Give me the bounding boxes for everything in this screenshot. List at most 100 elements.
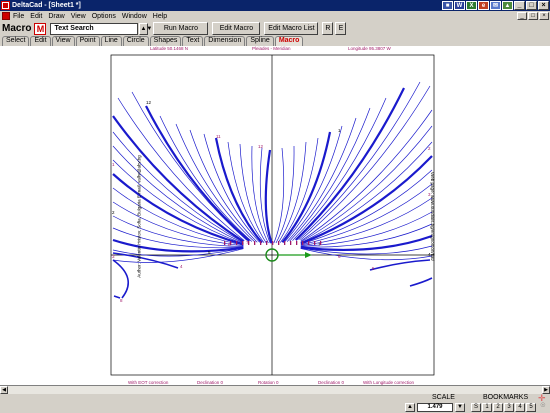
hour-lines-group	[112, 81, 433, 299]
tab-dimension[interactable]: Dimension	[204, 36, 246, 46]
tab-text[interactable]: Text	[182, 36, 204, 46]
hour-tick	[290, 241, 292, 245]
gnomon-arrow-head	[305, 252, 312, 258]
hour-tick	[320, 241, 322, 245]
hour-tick	[308, 241, 310, 245]
hour-tick	[278, 241, 280, 245]
hour-label: 8	[120, 298, 123, 303]
hour-tick	[254, 241, 256, 245]
command-tabs: Select Edit View Point Line Circle Shape…	[2, 36, 304, 46]
maximize-button[interactable]: □	[526, 1, 537, 10]
bookmarks-label: BOOKMARKS	[483, 394, 529, 401]
tab-line[interactable]: Line	[100, 36, 122, 46]
hour-line	[264, 149, 273, 244]
webpage-label: Web page: www.sundials.bg/en/gnomon/flat…	[429, 172, 435, 261]
close-button[interactable]: ×	[538, 1, 549, 10]
drawing-canvas[interactable]: 12 11 12 1 1 2 2 3 3 4 4 5 5 6 6 7 7 8 Latitude 50.1468 N…	[0, 46, 550, 385]
scale-up-button[interactable]: ▲	[405, 403, 415, 412]
hour-tick	[272, 241, 274, 245]
hour-tick	[248, 241, 250, 245]
macro-m-button[interactable]: M	[34, 22, 47, 35]
sundial-drawing: 121112112233 44 5566 778	[110, 54, 435, 376]
hour-line	[300, 85, 431, 241]
bookmark-4-button[interactable]: 4	[515, 403, 525, 412]
mail-icon[interactable]: ✉	[490, 1, 501, 10]
app-icon	[1, 1, 10, 10]
horizontal-scrollbar[interactable]: ◀ ▶	[0, 385, 550, 394]
e-button[interactable]: E	[335, 22, 347, 35]
hour-label: 2	[112, 210, 115, 215]
hour-label: 1	[112, 162, 115, 167]
excel-icon[interactable]: X	[466, 1, 477, 10]
browser-icon[interactable]: e	[478, 1, 489, 10]
bookmark-5-button[interactable]: 5	[526, 403, 536, 412]
scroll-left-button[interactable]: ◀	[0, 386, 8, 394]
tab-point[interactable]: Point	[75, 36, 100, 46]
hour-label: 12	[146, 100, 152, 105]
document-icon[interactable]	[2, 12, 10, 20]
hour-line	[409, 277, 433, 287]
hour-label: 12	[258, 144, 264, 149]
hour-tick	[296, 241, 298, 245]
menu-help[interactable]: Help	[153, 13, 167, 20]
bookmark-2-button[interactable]: 2	[493, 403, 503, 412]
tab-edit[interactable]: Edit	[30, 36, 51, 46]
hour-label: 11	[216, 134, 221, 139]
minimize-button[interactable]: _	[514, 1, 525, 10]
menu-options[interactable]: Options	[92, 13, 116, 20]
hour-line	[159, 115, 253, 242]
menu-edit[interactable]: Edit	[30, 13, 42, 20]
tab-circle[interactable]: Circle	[122, 36, 149, 46]
hour-tick	[236, 241, 238, 245]
folder-icon[interactable]: ▲	[502, 1, 513, 10]
bookmark-1-button[interactable]: 1	[482, 403, 492, 412]
run-macro-button[interactable]: Run Macro	[153, 22, 209, 35]
hour-tick	[302, 241, 304, 245]
r-button[interactable]: R	[322, 22, 334, 35]
scale-down-button[interactable]: ▼	[455, 403, 465, 412]
scale-label: SCALE	[432, 394, 455, 401]
hour-line	[189, 129, 258, 243]
tab-view[interactable]: View	[51, 36, 75, 46]
macro-list-stepper[interactable]: ▲▼	[139, 22, 152, 35]
macro-search-field[interactable]: Text Search	[50, 22, 139, 35]
menu-view[interactable]: View	[71, 13, 86, 20]
hour-line	[300, 169, 433, 245]
edit-macro-list-button[interactable]: Edit Macro List	[264, 22, 319, 35]
hour-tick	[224, 241, 226, 245]
doc-close-button[interactable]: ×	[539, 12, 549, 20]
window-title: DeltaCad - [Sheet1 *]	[12, 2, 81, 9]
menu-window[interactable]: Window	[122, 13, 147, 20]
hour-tick	[230, 241, 232, 245]
bookmark-3-button[interactable]: 3	[504, 403, 514, 412]
hour-label: 2	[428, 146, 431, 151]
tab-spline[interactable]: Spline	[246, 36, 274, 46]
hour-tick	[284, 241, 286, 245]
menu-file[interactable]: File	[13, 13, 24, 20]
bookmark-settings-icon[interactable]: ☉	[538, 403, 548, 412]
hour-line	[292, 97, 387, 241]
hour-line	[300, 141, 433, 244]
scale-value-field[interactable]: 1.479	[417, 403, 453, 412]
author-label: Author: Valentin Hristov, Sofia, Bulgari…	[136, 155, 142, 278]
doc-restore-button[interactable]: □	[528, 12, 538, 20]
doc-minimize-button[interactable]: _	[517, 12, 527, 20]
tab-shapes[interactable]: Shapes	[149, 36, 182, 46]
hour-line	[298, 81, 421, 241]
hour-line	[112, 173, 244, 246]
hour-tick	[314, 241, 316, 245]
hour-label: 4	[180, 264, 183, 269]
hour-tick	[260, 241, 262, 245]
status-bar: SCALE ▲ 1.479 ▼ BOOKMARKS S 1 2 3 4 5 ☉ …	[0, 393, 550, 413]
hour-line	[294, 87, 405, 241]
menu-draw[interactable]: Draw	[48, 13, 64, 20]
tab-select[interactable]: Select	[2, 36, 30, 46]
word-icon[interactable]: W	[454, 1, 465, 10]
hour-line	[112, 259, 130, 299]
tab-macro[interactable]: Macro	[274, 36, 304, 46]
edit-macro-button[interactable]: Edit Macro	[212, 22, 261, 35]
toolbar-icon-1[interactable]: ■	[442, 1, 453, 10]
bookmark-s-button[interactable]: S	[471, 403, 481, 412]
crosshair-icon: ✛	[538, 393, 546, 403]
hour-line	[369, 259, 431, 271]
